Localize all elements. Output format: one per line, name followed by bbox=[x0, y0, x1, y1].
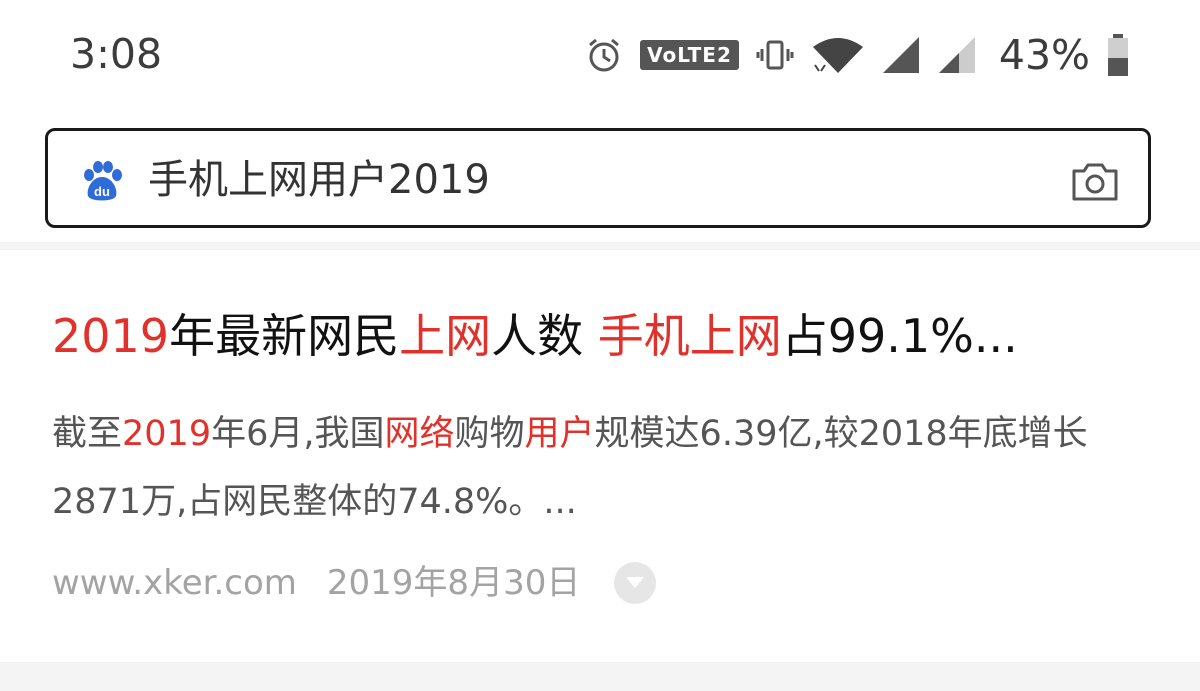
abstract-segment: 年6月,我国 bbox=[211, 414, 385, 454]
result-source[interactable]: www.xker.com bbox=[52, 558, 297, 608]
title-segment: 手机上网 bbox=[597, 309, 782, 363]
section-divider bbox=[0, 242, 1200, 250]
vibrate-icon bbox=[756, 40, 794, 70]
abstract-segment: 网络 bbox=[384, 414, 455, 454]
title-segment: 上网 bbox=[399, 309, 492, 363]
signal-icon bbox=[938, 37, 975, 73]
bottom-divider bbox=[0, 662, 1200, 691]
search-result-card[interactable]: 2019年最新网民上网人数 手机上网占99.1%... 截至2019年6月,我国… bbox=[0, 250, 1200, 662]
signal-icon bbox=[882, 37, 919, 73]
baidu-logo-text: du bbox=[94, 184, 110, 199]
volte-badge: VoLTE2 bbox=[640, 40, 739, 70]
search-input[interactable]: 手机上网用户2019 bbox=[148, 155, 490, 205]
abstract-segment: 用户 bbox=[524, 414, 595, 454]
battery-icon bbox=[1108, 34, 1128, 76]
title-segment: 人数 bbox=[491, 309, 598, 363]
camera-icon[interactable] bbox=[1070, 159, 1120, 203]
status-time: 3:08 bbox=[70, 30, 163, 78]
baidu-paw-icon: du bbox=[84, 161, 122, 201]
title-segment: 占99.1%... bbox=[781, 309, 1018, 363]
chevron-down-icon bbox=[626, 577, 645, 588]
status-bar: 3:08 VoLTE2 43% bbox=[0, 0, 1200, 110]
status-icons: VoLTE2 43% bbox=[568, 30, 1130, 80]
battery-percent: 43% bbox=[998, 31, 1090, 79]
result-abstract: 截至2019年6月,我国网络购物用户规模达6.39亿,较2018年底增长2871… bbox=[52, 400, 1152, 536]
abstract-segment: 2019 bbox=[122, 414, 212, 454]
result-title[interactable]: 2019年最新网民上网人数 手机上网占99.1%... bbox=[52, 306, 1018, 366]
title-segment: 年最新网民 bbox=[169, 309, 400, 363]
more-options-button[interactable] bbox=[614, 562, 657, 604]
abstract-segment: 购物 bbox=[454, 414, 525, 454]
search-bar[interactable]: du 手机上网用户2019 bbox=[45, 128, 1151, 228]
alarm-icon bbox=[589, 38, 620, 72]
wifi-icon bbox=[812, 38, 863, 73]
result-date: 2019年8月30日 bbox=[326, 563, 581, 603]
abstract-segment: 截至 bbox=[52, 414, 123, 454]
result-meta: www.xker.com 2019年8月30日 bbox=[52, 558, 657, 608]
title-segment: 2019 bbox=[52, 309, 170, 363]
